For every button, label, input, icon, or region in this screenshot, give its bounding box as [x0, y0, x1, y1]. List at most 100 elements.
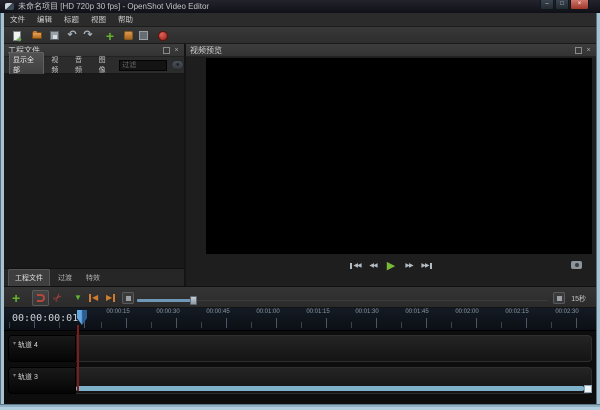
left-dock-tabs: 工程文件 过渡 特效	[4, 268, 184, 286]
ruler-label: 00:02:00	[447, 309, 487, 315]
export-video-button[interactable]	[156, 29, 170, 42]
track-3-header[interactable]: ▾ 轨道 3	[8, 367, 76, 394]
ruler-label: 00:00:30	[148, 309, 188, 315]
redo-icon: ↷	[83, 30, 92, 41]
undo-icon: ↶	[67, 30, 76, 41]
timeline-horizontal-scrollbar	[76, 386, 592, 392]
razor-button[interactable]: ✂	[54, 290, 63, 306]
timeline-ruler[interactable]: 00:00:00:01 00:00:15 00:00:30 00:00:45 0…	[4, 308, 596, 331]
app-icon	[5, 3, 14, 10]
play-button[interactable]: ▶	[385, 260, 398, 272]
chevron-down-icon: ▾	[13, 373, 16, 379]
ruler-label: 00:02:30	[547, 309, 587, 315]
jump-to-end-button[interactable]: ▶▶	[421, 260, 434, 272]
ruler-label: 00:01:15	[298, 309, 338, 315]
next-marker-bar-icon	[113, 294, 115, 302]
jump-to-start-button[interactable]: ◀◀	[349, 260, 362, 272]
ruler-label: 00:00:15	[98, 309, 138, 315]
main-toolbar: + ↶ ↷ +	[4, 27, 596, 44]
video-preview-panel: 视频预览 × ◀◀ ◀◀ ▶ ▶▶ ▶▶	[186, 44, 596, 286]
snapping-toggle-button[interactable]	[32, 290, 49, 306]
track-4-header[interactable]: ▾ 轨道 4	[8, 335, 76, 362]
ruler-label: 00:01:45	[397, 309, 437, 315]
playhead-line	[77, 325, 79, 391]
close-button[interactable]: ×	[570, 0, 589, 10]
tab-transitions[interactable]: 过渡	[52, 270, 78, 286]
ruler-label: 00:01:30	[347, 309, 387, 315]
rewind-button[interactable]: ◀◀	[367, 260, 380, 272]
save-project-button[interactable]	[47, 29, 61, 42]
menu-help[interactable]: 帮助	[112, 13, 139, 26]
play-icon: ▶	[387, 261, 395, 272]
zoom-out-button[interactable]	[122, 292, 134, 304]
track-4-lane[interactable]	[76, 335, 592, 362]
redo-button[interactable]: ↷	[81, 29, 95, 42]
playback-controls: ◀◀ ◀◀ ▶ ▶▶ ▶▶	[186, 258, 596, 274]
scrollbar-grip[interactable]	[584, 385, 592, 393]
open-project-button[interactable]	[30, 29, 44, 42]
window-border-bottom	[0, 404, 600, 410]
media-filter-bar: 显示全部 视频 音频 图像 ●	[4, 57, 184, 74]
save-project-icon	[50, 31, 59, 40]
menu-edit[interactable]: 编辑	[31, 13, 58, 26]
ruler-major-ticks	[4, 318, 596, 328]
filter-input[interactable]	[119, 60, 167, 71]
close-panel-icon[interactable]: ×	[173, 47, 180, 54]
choose-profile-button[interactable]	[121, 29, 135, 42]
maximize-button[interactable]: □	[555, 0, 569, 10]
undo-button[interactable]: ↶	[65, 29, 79, 42]
zoom-slider-track[interactable]	[194, 300, 548, 301]
add-track-button[interactable]: +	[12, 290, 20, 306]
jump-start-bar-icon	[350, 263, 352, 269]
fast-forward-icon: ▶▶	[405, 263, 412, 269]
capture-button[interactable]	[571, 261, 582, 269]
zoom-in-icon	[557, 296, 562, 301]
zoom-in-button[interactable]	[553, 292, 565, 304]
video-preview-area	[206, 58, 592, 254]
video-preview-dock-buttons: ×	[575, 47, 592, 54]
tab-project-files[interactable]: 工程文件	[8, 269, 50, 286]
menu-title[interactable]: 标题	[58, 13, 85, 26]
minimize-icon: –	[545, 1, 548, 7]
timeline-tracks-area: ▾ 轨道 4 ▾ 轨道 3	[4, 331, 596, 404]
clear-filter-button[interactable]: ●	[171, 60, 184, 70]
scrollbar-thumb[interactable]	[76, 386, 584, 391]
camera-icon	[575, 263, 579, 267]
previous-marker-button[interactable]: ◀	[89, 290, 99, 306]
menu-view[interactable]: 视图	[85, 13, 112, 26]
minimize-button[interactable]: –	[540, 0, 554, 10]
project-files-panel: 工程文件 × 显示全部 视频 音频 图像 ●	[4, 44, 184, 268]
import-files-button[interactable]: +	[103, 29, 117, 42]
fullscreen-icon	[139, 31, 148, 40]
project-files-dock-buttons: ×	[163, 47, 180, 54]
track-3-label: 轨道 3	[18, 372, 38, 382]
fast-forward-button[interactable]: ▶▶	[403, 260, 416, 272]
tab-effects[interactable]: 特效	[80, 270, 106, 286]
menu-bar: 文件 编辑 标题 视图 帮助	[4, 13, 596, 27]
jump-end-bar-icon	[430, 263, 432, 269]
window-controls: – □ ×	[539, 0, 589, 10]
zoom-slider-fill	[137, 299, 194, 302]
clear-filter-icon: ●	[176, 62, 180, 68]
project-files-list[interactable]	[4, 74, 184, 268]
timeline-toolbar: + ✂ ▼ ◀ ▶ 15秒	[4, 286, 596, 308]
add-track-icon: +	[12, 291, 20, 305]
menu-file[interactable]: 文件	[4, 13, 31, 26]
razor-icon: ✂	[51, 291, 65, 305]
zoom-scale-label: 15秒	[571, 294, 586, 304]
import-files-icon: +	[106, 29, 114, 43]
fullscreen-button[interactable]	[136, 29, 150, 42]
video-preview-title: 视频预览	[190, 45, 222, 56]
export-video-icon	[158, 31, 168, 41]
magnet-icon	[37, 294, 45, 302]
chevron-down-icon: ▾	[13, 341, 16, 347]
next-marker-button[interactable]: ▶	[105, 290, 115, 306]
float-panel-icon[interactable]	[163, 47, 170, 54]
add-marker-button[interactable]: ▼	[74, 290, 82, 306]
zoom-out-icon	[126, 296, 131, 301]
zoom-slider-handle[interactable]	[190, 296, 197, 305]
new-project-button[interactable]: +	[10, 29, 24, 42]
float-panel-icon[interactable]	[575, 47, 582, 54]
close-panel-icon[interactable]: ×	[585, 47, 592, 54]
window-border-right	[596, 13, 600, 410]
